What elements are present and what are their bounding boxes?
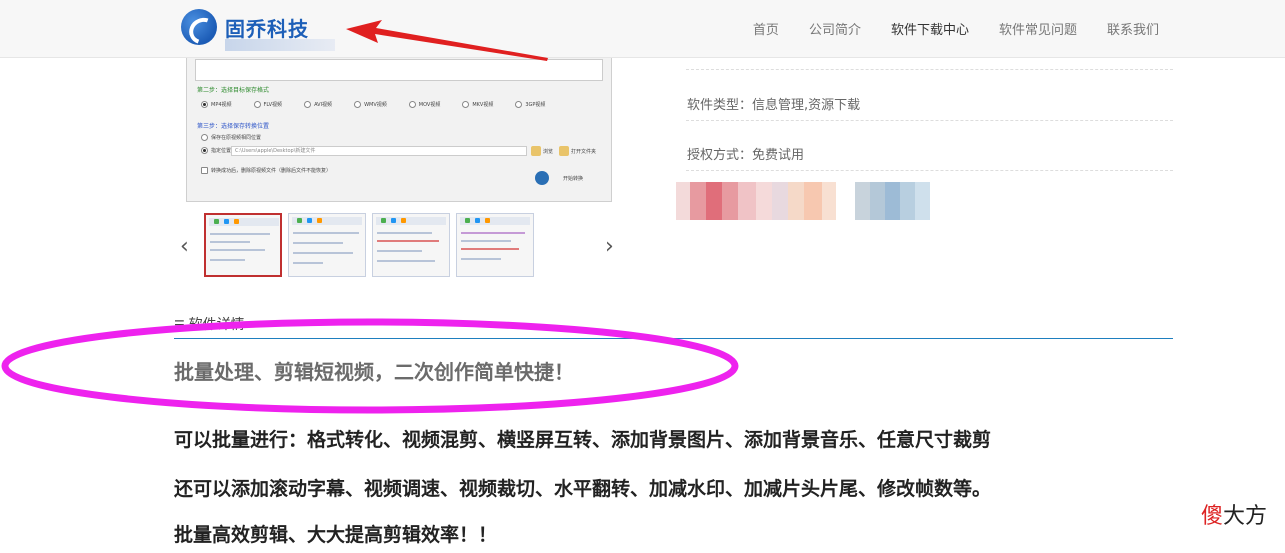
nav-item-faq[interactable]: 软件常见问题 <box>999 19 1077 38</box>
watermark: 傻大方 <box>1200 504 1267 529</box>
annotation-arrow <box>346 20 548 61</box>
screenshot-step2-label: 第二步：选择目标保存格式 <box>197 87 270 94</box>
format-option: AVI视频 <box>304 101 332 108</box>
screenshot-format-options: MP4视频 FLV视频 AVI视频 WMV视频 MOV视频 MKV视频 3GP视… <box>201 101 545 108</box>
logo-icon <box>181 9 217 45</box>
delete-original-option: 转换成功后，删除原视频文件（删除后文件不能恢复） <box>201 167 331 174</box>
nav-item-contact[interactable]: 联系我们 <box>1107 19 1159 38</box>
blurred-region <box>855 182 930 220</box>
format-option: MOV视频 <box>408 101 440 108</box>
logo-text: 固乔科技 <box>225 16 309 41</box>
license-type: 授权方式：免费试用 <box>687 148 805 163</box>
nav-item-download-center[interactable]: 软件下载中心 <box>891 19 969 38</box>
thumbnail-4[interactable] <box>456 213 534 277</box>
site-header: 固乔科技 首页 公司简介 软件下载中心 软件常见问题 联系我们 <box>0 0 1285 58</box>
format-option: MP4视频 <box>201 101 232 108</box>
format-option: MKV视频 <box>462 101 493 108</box>
details-headline: 批量处理、剪辑短视频，二次创作简单快捷！ <box>174 360 574 384</box>
thumbnail-3[interactable] <box>372 213 450 277</box>
thumbnail-1[interactable] <box>204 213 282 277</box>
info-divider <box>686 120 1173 121</box>
software-type: 软件类型：信息管理,资源下载 <box>687 98 861 113</box>
carousel-prev-button[interactable]: ‹ <box>180 234 189 259</box>
details-paragraph: 批量高效剪辑、大大提高剪辑效率！！ <box>174 524 498 546</box>
screenshot-step3-label: 第三步：选择保存转换位置 <box>197 123 270 130</box>
logo-underline-blur <box>225 39 335 51</box>
details-paragraph: 还可以添加滚动字幕、视频调速、视频裁切、水平翻转、加减水印、加减片头片尾、修改帧… <box>174 478 992 500</box>
blurred-region <box>676 182 836 220</box>
screenshot-path-field: C:\Users\apple\Desktop\新建文件 <box>231 146 527 156</box>
open-folder-label: 打开文件夹 <box>571 149 597 155</box>
save-option-custom: 指定位置 <box>201 147 231 154</box>
format-option: 3GP视频 <box>515 101 545 108</box>
browse-label: 浏览 <box>543 149 554 155</box>
save-option-same: 保存在原视频相同位置 <box>201 134 261 141</box>
format-option: FLV视频 <box>253 101 282 108</box>
thumbnail-strip <box>204 213 534 277</box>
start-convert-label: 开始转换 <box>563 176 584 182</box>
info-divider <box>686 170 1173 171</box>
main-nav: 首页 公司简介 软件下载中心 软件常见问题 联系我们 <box>753 0 1159 56</box>
format-option: WMV视频 <box>354 101 387 108</box>
carousel-next-button[interactable]: › <box>605 234 614 259</box>
thumbnail-2[interactable] <box>288 213 366 277</box>
start-convert-icon <box>535 171 549 185</box>
nav-item-about[interactable]: 公司简介 <box>809 19 861 38</box>
nav-item-home[interactable]: 首页 <box>753 19 779 38</box>
details-paragraph: 可以批量进行：格式转化、视频混剪、横竖屏互转、添加背景图片、添加背景音乐、任意尺… <box>174 429 992 451</box>
software-screenshot: 第二步：选择目标保存格式 MP4视频 FLV视频 AVI视频 WMV视频 MOV… <box>186 40 612 202</box>
open-folder-icon <box>559 146 569 156</box>
site-logo[interactable]: 固乔科技 <box>181 7 335 51</box>
info-divider <box>686 69 1173 70</box>
folder-icon <box>531 146 541 156</box>
